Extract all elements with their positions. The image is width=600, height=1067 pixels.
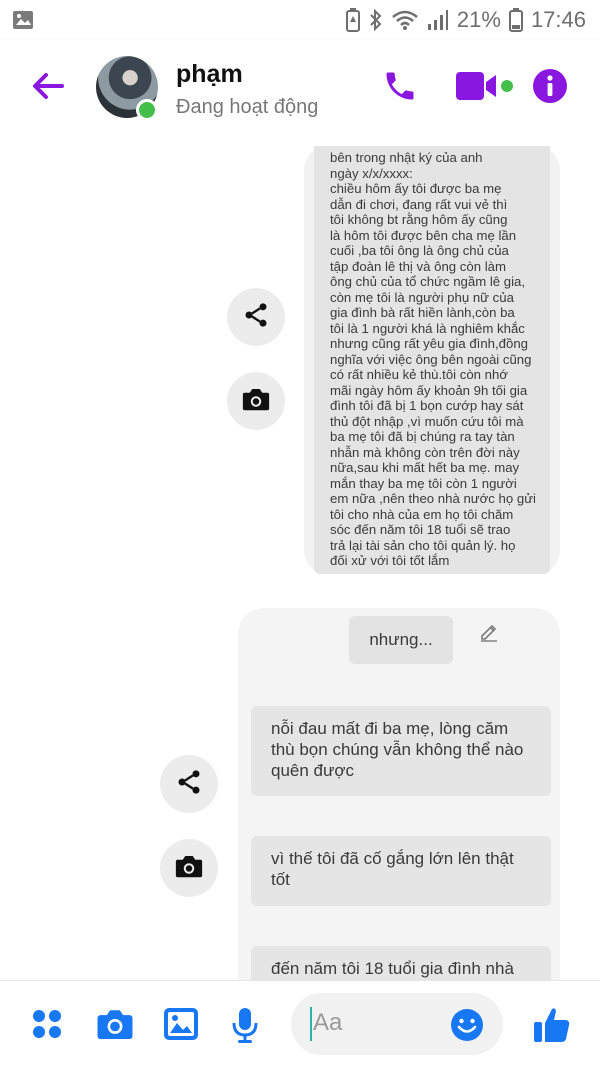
message-bubble[interactable]: nhưng... — [349, 616, 453, 664]
phone-icon[interactable] — [382, 68, 418, 109]
camera-icon — [174, 852, 204, 885]
camera-button[interactable] — [160, 839, 218, 897]
share-button[interactable] — [160, 755, 218, 813]
composer-bar: Aa — [0, 980, 600, 1067]
status-bar: 21% 17:46 — [0, 0, 600, 40]
back-arrow-icon[interactable] — [28, 68, 68, 104]
signal-icon — [427, 9, 449, 31]
share-icon — [175, 768, 203, 801]
online-indicator — [136, 99, 158, 121]
camera-button[interactable] — [227, 372, 285, 430]
microphone-icon[interactable] — [230, 1007, 260, 1048]
gallery-icon[interactable] — [163, 1007, 199, 1046]
message-bubble-long[interactable]: bên trong nhật ký của anh ngày x/x/xxxx:… — [304, 146, 560, 574]
clock: 17:46 — [530, 7, 586, 32]
battery-saver-icon — [345, 8, 361, 32]
battery-icon — [508, 8, 523, 32]
message-bubble[interactable]: nỗi đau mất đi ba mẹ, lòng căm thù bọn c… — [251, 706, 551, 796]
text-caret — [310, 1007, 312, 1041]
chat-header: phạm Đang hoạt động — [0, 40, 600, 134]
wifi-icon — [391, 9, 419, 31]
camera-icon[interactable] — [95, 1007, 135, 1046]
message-bubble[interactable]: đến năm tôi 18 tuổi gia đình nhà — [251, 946, 551, 980]
message-list[interactable]: bên trong nhật ký của anh ngày x/x/xxxx:… — [0, 134, 600, 980]
apps-icon[interactable] — [30, 1007, 64, 1046]
message-bubble[interactable]: vì thế tôi đã cố gắng lớn lên thật tốt — [251, 836, 551, 906]
emoji-icon[interactable] — [450, 1008, 484, 1047]
message-input-placeholder: Aa — [313, 1009, 343, 1036]
share-button[interactable] — [227, 288, 285, 346]
image-icon — [12, 10, 34, 35]
info-icon[interactable] — [532, 68, 568, 109]
message-text: bên trong nhật ký của anh ngày x/x/xxxx:… — [330, 150, 536, 568]
contact-name[interactable]: phạm — [176, 60, 243, 89]
contact-status: Đang hoạt động — [176, 96, 319, 118]
video-icon[interactable] — [456, 70, 518, 107]
share-icon — [242, 301, 270, 334]
pencil-icon[interactable] — [479, 622, 499, 647]
camera-icon — [241, 385, 271, 418]
bluetooth-icon — [369, 8, 383, 32]
battery-percent: 21% — [456, 7, 501, 32]
thumbs-up-icon[interactable] — [532, 1005, 572, 1050]
